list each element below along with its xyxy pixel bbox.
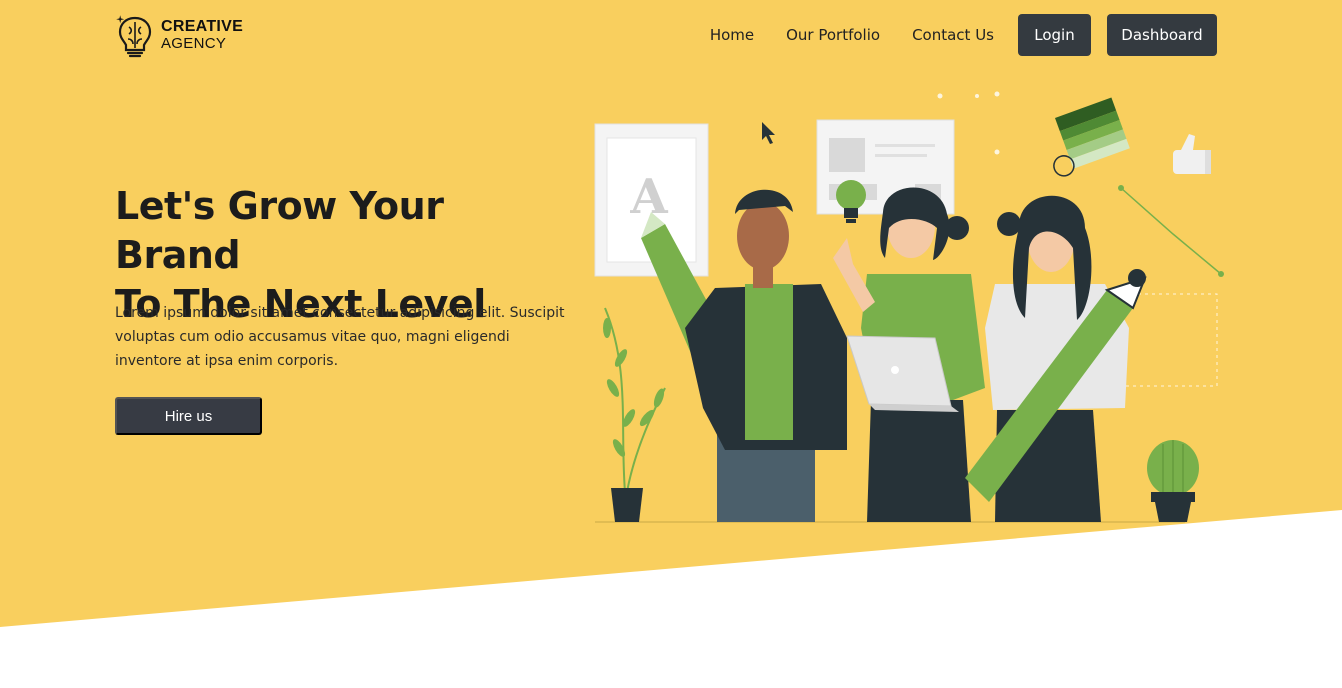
dashboard-button[interactable]: Dashboard bbox=[1107, 14, 1217, 56]
navbar: CREATIVE AGENCY Home Our Portfolio Conta… bbox=[115, 12, 1217, 58]
cactus-plant bbox=[1147, 440, 1199, 522]
nav-link-contact[interactable]: Contact Us bbox=[912, 26, 994, 44]
brand-name-line2: AGENCY bbox=[161, 35, 227, 52]
nav-links: Home Our Portfolio Contact Us Login Dash… bbox=[710, 14, 1217, 56]
brand-name-line1: CREATIVE bbox=[161, 18, 244, 35]
brand-logo[interactable]: CREATIVE AGENCY bbox=[115, 12, 243, 58]
next-section-heading-cutoff bbox=[160, 672, 980, 688]
hero-title-line1: Let's Grow Your Brand bbox=[115, 184, 444, 277]
login-button[interactable]: Login bbox=[1018, 14, 1091, 56]
nav-link-portfolio[interactable]: Our Portfolio bbox=[786, 26, 880, 44]
plant-left bbox=[603, 307, 666, 522]
cursor-icon bbox=[762, 122, 775, 144]
lightbulb-icon bbox=[836, 180, 866, 223]
color-swatch-icon bbox=[1053, 97, 1130, 177]
frame-letter: A bbox=[629, 169, 668, 225]
hire-us-button[interactable]: Hire us bbox=[115, 397, 262, 435]
person-man bbox=[685, 189, 847, 522]
nav-link-home[interactable]: Home bbox=[710, 26, 754, 44]
hero-illustration: A bbox=[594, 91, 1224, 523]
lightbulb-logo-icon bbox=[116, 15, 152, 58]
hero-description: Lorem ipsum dolor sit amet consectetur a… bbox=[115, 305, 565, 369]
thumbs-up-icon bbox=[1173, 134, 1211, 174]
